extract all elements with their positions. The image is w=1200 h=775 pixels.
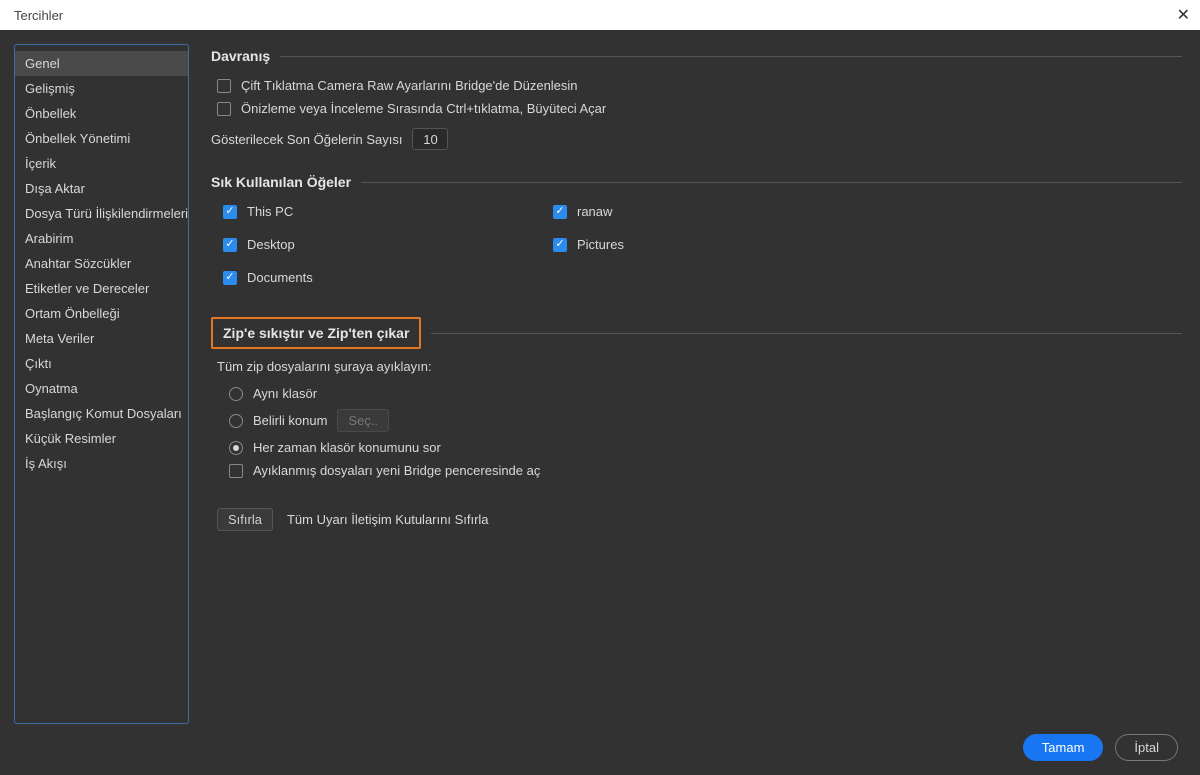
sidebar-item-is-akisi[interactable]: İş Akışı <box>15 451 188 476</box>
sidebar-item-icerik[interactable]: İçerik <box>15 151 188 176</box>
sidebar-item-oynatma[interactable]: Oynatma <box>15 376 188 401</box>
sidebar-item-ortam-onbellegi[interactable]: Ortam Önbelleği <box>15 301 188 326</box>
titlebar: Tercihler ✕ <box>0 0 1200 30</box>
checkbox-fav-documents[interactable] <box>223 271 237 285</box>
section-behavior: Davranış Çift Tıklatma Camera Raw Ayarla… <box>211 48 1182 154</box>
sidebar-item-label: İçerik <box>25 156 56 171</box>
preferences-window: Tercihler ✕ Genel Gelişmiş Önbellek Önbe… <box>0 0 1200 775</box>
section-title-zip: Zip'e sıkıştır ve Zip'ten çıkar <box>211 317 421 349</box>
section-zip: Zip'e sıkıştır ve Zip'ten çıkar Tüm zip … <box>211 317 1182 482</box>
checkbox-fav-pictures[interactable] <box>553 238 567 252</box>
divider <box>431 333 1182 334</box>
label-fav-thispc: This PC <box>247 204 293 219</box>
close-icon[interactable]: ✕ <box>1177 5 1190 25</box>
window-title: Tercihler <box>14 8 63 23</box>
sidebar-item-label: Oynatma <box>25 381 78 396</box>
sidebar-item-label: Önbellek Yönetimi <box>25 131 130 146</box>
sidebar-item-baslangic-komut[interactable]: Başlangıç Komut Dosyaları <box>15 401 188 426</box>
divider <box>361 182 1182 183</box>
radio-specific-location[interactable] <box>229 414 243 428</box>
sidebar-item-arabirim[interactable]: Arabirim <box>15 226 188 251</box>
section-title-behavior: Davranış <box>211 48 270 64</box>
sidebar-item-label: Ortam Önbelleği <box>25 306 120 321</box>
input-recent-items[interactable] <box>412 128 448 150</box>
sidebar-item-cikti[interactable]: Çıktı <box>15 351 188 376</box>
radio-same-folder[interactable] <box>229 387 243 401</box>
sidebar-item-disa-aktar[interactable]: Dışa Aktar <box>15 176 188 201</box>
sidebar-item-label: Başlangıç Komut Dosyaları <box>25 406 182 421</box>
checkbox-ctrlclick-loupe[interactable] <box>217 102 231 116</box>
label-fav-desktop: Desktop <box>247 237 295 252</box>
sidebar-item-label: Genel <box>25 56 60 71</box>
label-specific-location: Belirli konum <box>253 413 327 428</box>
window-body: Genel Gelişmiş Önbellek Önbellek Yönetim… <box>0 30 1200 775</box>
label-open-new-window: Ayıklanmış dosyaları yeni Bridge pencere… <box>253 463 540 478</box>
reset-row: Sıfırla Tüm Uyarı İletişim Kutularını Sı… <box>211 508 1182 531</box>
sidebar-item-genel[interactable]: Genel <box>15 51 188 76</box>
sidebar: Genel Gelişmiş Önbellek Önbellek Yönetim… <box>14 44 189 724</box>
checkbox-open-new-window[interactable] <box>229 464 243 478</box>
section-title-favorites: Sık Kullanılan Öğeler <box>211 174 351 190</box>
label-zip-extract-hint: Tüm zip dosyalarını şuraya ayıklayın: <box>211 359 1182 374</box>
sidebar-item-label: Arabirim <box>25 231 73 246</box>
checkbox-fav-thispc[interactable] <box>223 205 237 219</box>
sidebar-item-label: Gelişmiş <box>25 81 75 96</box>
label-always-ask: Her zaman klasör konumunu sor <box>253 440 441 455</box>
checkbox-doubleclick-raw[interactable] <box>217 79 231 93</box>
ok-button[interactable]: Tamam <box>1023 734 1104 761</box>
sidebar-item-gelismis[interactable]: Gelişmiş <box>15 76 188 101</box>
label-ctrlclick-loupe: Önizleme veya İnceleme Sırasında Ctrl+tı… <box>241 101 606 116</box>
label-reset-desc: Tüm Uyarı İletişim Kutularını Sıfırla <box>287 512 489 527</box>
sidebar-item-kucuk-resimler[interactable]: Küçük Resimler <box>15 426 188 451</box>
main-row: Genel Gelişmiş Önbellek Önbellek Yönetim… <box>14 44 1186 724</box>
sidebar-item-label: Küçük Resimler <box>25 431 116 446</box>
label-fav-documents: Documents <box>247 270 313 285</box>
sidebar-item-label: Dosya Türü İlişkilendirmeleri <box>25 206 188 221</box>
select-location-button[interactable]: Seç.. <box>337 409 389 432</box>
sidebar-item-label: Etiketler ve Dereceler <box>25 281 149 296</box>
sidebar-item-label: Meta Veriler <box>25 331 94 346</box>
radio-always-ask[interactable] <box>229 441 243 455</box>
sidebar-item-onbellek-yonetimi[interactable]: Önbellek Yönetimi <box>15 126 188 151</box>
content-panel: Davranış Çift Tıklatma Camera Raw Ayarla… <box>211 44 1186 724</box>
checkbox-fav-desktop[interactable] <box>223 238 237 252</box>
sidebar-item-dosya-turu[interactable]: Dosya Türü İlişkilendirmeleri <box>15 201 188 226</box>
sidebar-item-label: Dışa Aktar <box>25 181 85 196</box>
sidebar-item-label: Çıktı <box>25 356 52 371</box>
sidebar-item-label: Anahtar Sözcükler <box>25 256 131 271</box>
label-recent-items: Gösterilecek Son Öğelerin Sayısı <box>211 132 402 147</box>
label-fav-pictures: Pictures <box>577 237 624 252</box>
cancel-button[interactable]: İptal <box>1115 734 1178 761</box>
sidebar-item-label: İş Akışı <box>25 456 67 471</box>
sidebar-item-anahtar-sozcukler[interactable]: Anahtar Sözcükler <box>15 251 188 276</box>
sidebar-item-meta-veriler[interactable]: Meta Veriler <box>15 326 188 351</box>
label-same-folder: Aynı klasör <box>253 386 317 401</box>
checkbox-fav-ranaw[interactable] <box>553 205 567 219</box>
sidebar-item-onbellek[interactable]: Önbellek <box>15 101 188 126</box>
reset-button[interactable]: Sıfırla <box>217 508 273 531</box>
sidebar-item-label: Önbellek <box>25 106 76 121</box>
label-fav-ranaw: ranaw <box>577 204 612 219</box>
divider <box>280 56 1182 57</box>
label-doubleclick-raw: Çift Tıklatma Camera Raw Ayarlarını Brid… <box>241 78 578 93</box>
dialog-footer: Tamam İptal <box>14 724 1186 761</box>
section-favorites: Sık Kullanılan Öğeler This PC ranaw Desk… <box>211 174 1182 289</box>
sidebar-item-etiketler[interactable]: Etiketler ve Dereceler <box>15 276 188 301</box>
